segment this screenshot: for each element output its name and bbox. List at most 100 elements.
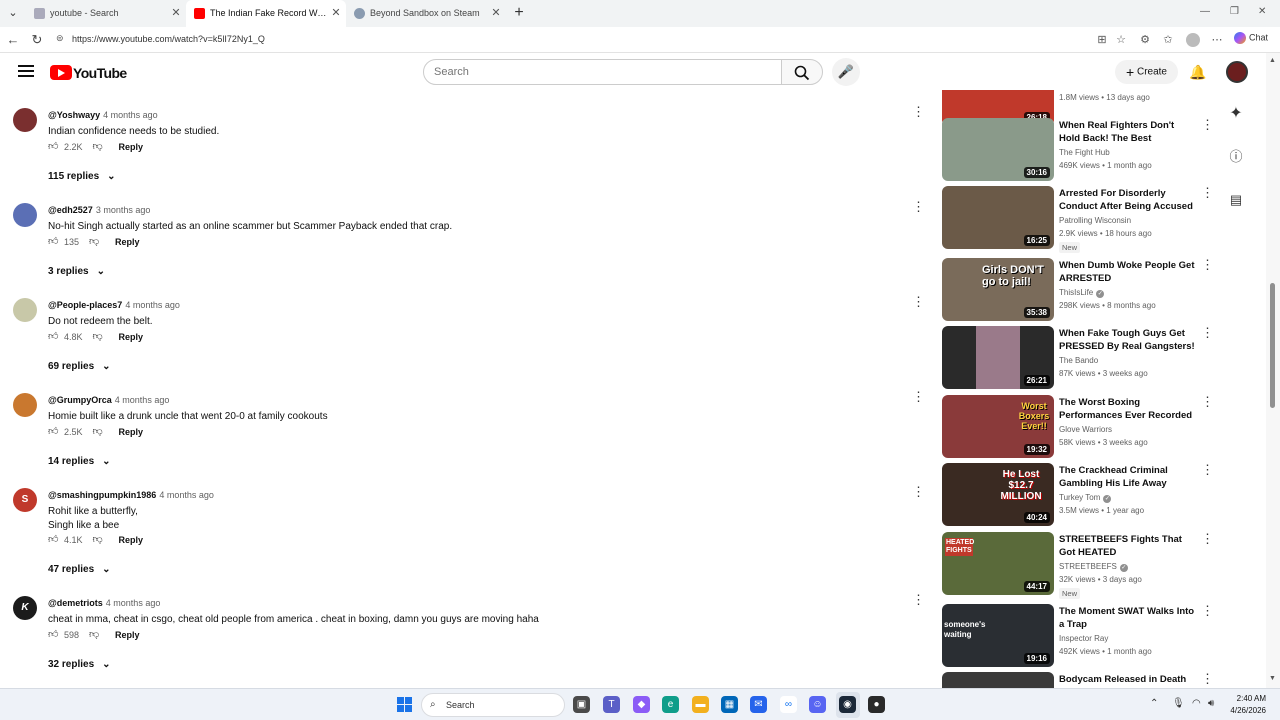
file-explorer-icon[interactable]: ▬ [692, 696, 709, 713]
video-thumbnail[interactable]: 26:21 [942, 326, 1054, 389]
video-thumbnail[interactable]: Worst Boxers Ever!! 19:32 [942, 395, 1054, 458]
video-title[interactable]: When Fake Tough Guys Get PRESSED By Real… [1059, 327, 1195, 353]
video-channel[interactable]: The Fight Hub [1059, 148, 1110, 157]
comment-avatar[interactable] [13, 108, 37, 132]
extensions-icon[interactable]: ⚙ [1138, 33, 1152, 47]
outlook-icon[interactable]: ✉ [750, 696, 767, 713]
reply-button[interactable]: Reply [115, 237, 140, 247]
copilot-app-icon[interactable]: ◆ [633, 696, 650, 713]
video-title[interactable]: The Worst Boxing Performances Ever Recor… [1059, 396, 1195, 423]
dislike-thumb-down-icon[interactable]: 👎︎ [93, 141, 105, 153]
back-arrow-icon[interactable]: ← [4, 31, 22, 49]
like-thumb-up-icon[interactable]: 👍︎ [48, 629, 60, 641]
video-thumbnail[interactable]: 16:25 [942, 186, 1054, 249]
store-icon[interactable]: ▦ [721, 696, 738, 713]
more-menu-icon[interactable]: ⋯ [1210, 33, 1224, 47]
reply-button[interactable]: Reply [119, 427, 144, 437]
video-thumbnail[interactable] [942, 672, 1054, 688]
page-scrollbar[interactable]: ▲ ▼ [1266, 53, 1280, 688]
youtube-logo[interactable]: YouTube [50, 64, 127, 81]
video-more-icon[interactable]: ⋮ [1201, 186, 1214, 199]
comment-time[interactable]: 3 months ago [96, 205, 151, 215]
video-more-icon[interactable]: ⋮ [1201, 604, 1214, 617]
tab-youtube-search[interactable]: youtube - Search ✕ [26, 0, 186, 27]
comment-author[interactable]: @demetriots [48, 598, 103, 608]
game-app-icon[interactable]: ● [868, 696, 885, 713]
view-replies-button[interactable]: 3 replies ⌄ [48, 266, 105, 277]
view-replies-button[interactable]: 32 replies ⌄ [48, 659, 111, 670]
dislike-thumb-down-icon[interactable]: 👎︎ [89, 629, 101, 641]
copilot-chat-button[interactable]: Chat [1234, 32, 1268, 44]
view-replies-button[interactable]: 14 replies ⌄ [48, 456, 111, 467]
comment-author[interactable]: @edh2527 [48, 205, 93, 215]
comment-more-icon[interactable]: ⋮ [912, 390, 925, 403]
steam-icon[interactable]: ◉ [839, 696, 856, 713]
like-thumb-up-icon[interactable]: 👍︎ [48, 426, 60, 438]
like-thumb-up-icon[interactable]: 👍︎ [48, 331, 60, 343]
comment-time[interactable]: 4 months ago [103, 110, 158, 120]
ask-sparkle-icon[interactable]: ✦ [1228, 106, 1244, 122]
comment-more-icon[interactable]: ⋮ [912, 485, 925, 498]
video-more-icon[interactable]: ⋮ [1201, 672, 1214, 685]
video-more-icon[interactable]: ⋮ [1201, 326, 1214, 339]
create-button[interactable]: + Create [1115, 60, 1178, 84]
comment-avatar[interactable]: S [13, 488, 37, 512]
tab-youtube-video[interactable]: The Indian Fake Record World Ch ✕ [186, 0, 346, 27]
video-channel[interactable]: Turkey Tom ✓ [1059, 493, 1112, 503]
url-text[interactable]: https://www.youtube.com/watch?v=k5lI72Ny… [72, 34, 265, 44]
reply-button[interactable]: Reply [119, 535, 144, 545]
comment-more-icon[interactable]: ⋮ [912, 593, 925, 606]
comment-author[interactable]: @People-places7 [48, 300, 122, 310]
dislike-thumb-down-icon[interactable]: 👎︎ [93, 331, 105, 343]
minimize-icon[interactable]: — [1200, 6, 1210, 17]
view-replies-button[interactable]: 115 replies ⌄ [48, 171, 116, 182]
video-title[interactable]: The Moment SWAT Walks Into a Trap [1059, 605, 1195, 631]
comment-avatar[interactable]: K [13, 596, 37, 620]
video-channel[interactable]: Patrolling Wisconsin [1059, 216, 1131, 225]
video-thumbnail[interactable]: HEATED FIGHTS 44:17 [942, 532, 1054, 595]
comment-author[interactable]: @smashingpumpkin1986 [48, 490, 156, 500]
url-field[interactable]: ⊜ https://www.youtube.com/watch?v=k5lI72… [52, 30, 1132, 50]
video-title[interactable]: STREETBEEFS Fights That Got HEATED [1059, 533, 1195, 559]
view-replies-button[interactable]: 69 replies ⌄ [48, 361, 111, 372]
video-title[interactable]: When Dumb Woke People Get ARRESTED [1059, 259, 1195, 285]
scrollbar-thumb[interactable] [1270, 283, 1275, 408]
comment-avatar[interactable] [13, 298, 37, 322]
video-channel[interactable]: STREETBEEFS ✓ [1059, 562, 1128, 572]
taskbar-search[interactable]: ⌕ Search [421, 693, 565, 717]
tab-close-icon[interactable]: ✕ [490, 0, 502, 27]
video-thumbnail[interactable]: someone's waiting 19:16 [942, 604, 1054, 667]
microphone-icon[interactable]: 🎙 [1172, 698, 1185, 709]
task-view-icon[interactable]: ▣ [573, 696, 590, 713]
wifi-icon[interactable]: ◠ [1192, 698, 1201, 709]
comment-avatar[interactable] [13, 203, 37, 227]
view-replies-button[interactable]: 47 replies ⌄ [48, 564, 111, 575]
video-more-icon[interactable]: ⋮ [1201, 532, 1214, 545]
reply-button[interactable]: Reply [119, 142, 144, 152]
video-thumbnail[interactable]: Girls DON'T go to jail! 35:38 [942, 258, 1054, 321]
video-title[interactable]: Arrested For Disorderly Conduct After Be… [1059, 187, 1195, 214]
like-thumb-up-icon[interactable]: 👍︎ [48, 236, 60, 248]
comment-more-icon[interactable]: ⋮ [912, 295, 925, 308]
comment-time[interactable]: 4 months ago [106, 598, 161, 608]
tab-steam[interactable]: Beyond Sandbox on Steam ✕ [346, 0, 506, 27]
profile-avatar[interactable] [1186, 33, 1200, 47]
taskbar-clock[interactable]: 2:40 AM 4/26/2026 [1222, 693, 1266, 717]
teams-icon[interactable]: T [603, 696, 620, 713]
app-available-icon[interactable]: ⊞ [1095, 33, 1109, 47]
dislike-thumb-down-icon[interactable]: 👎︎ [93, 534, 105, 546]
comment-more-icon[interactable]: ⋮ [912, 200, 925, 213]
favorites-icon[interactable]: ✩ [1161, 33, 1175, 47]
search-box[interactable] [423, 59, 782, 85]
video-more-icon[interactable]: ⋮ [1201, 118, 1214, 131]
meta-icon[interactable]: ∞ [780, 696, 797, 713]
dislike-thumb-down-icon[interactable]: 👎︎ [93, 426, 105, 438]
tray-chevron-up-icon[interactable]: ⌃ [1150, 698, 1158, 709]
site-info-icon[interactable]: ⊜ [56, 33, 68, 45]
video-more-icon[interactable]: ⋮ [1201, 258, 1214, 271]
comment-avatar[interactable] [13, 393, 37, 417]
close-window-icon[interactable]: ✕ [1258, 6, 1266, 17]
account-avatar[interactable] [1226, 61, 1248, 83]
discord-icon[interactable]: ☺ [809, 696, 826, 713]
volume-icon[interactable]: 🔊︎ [1208, 698, 1214, 709]
